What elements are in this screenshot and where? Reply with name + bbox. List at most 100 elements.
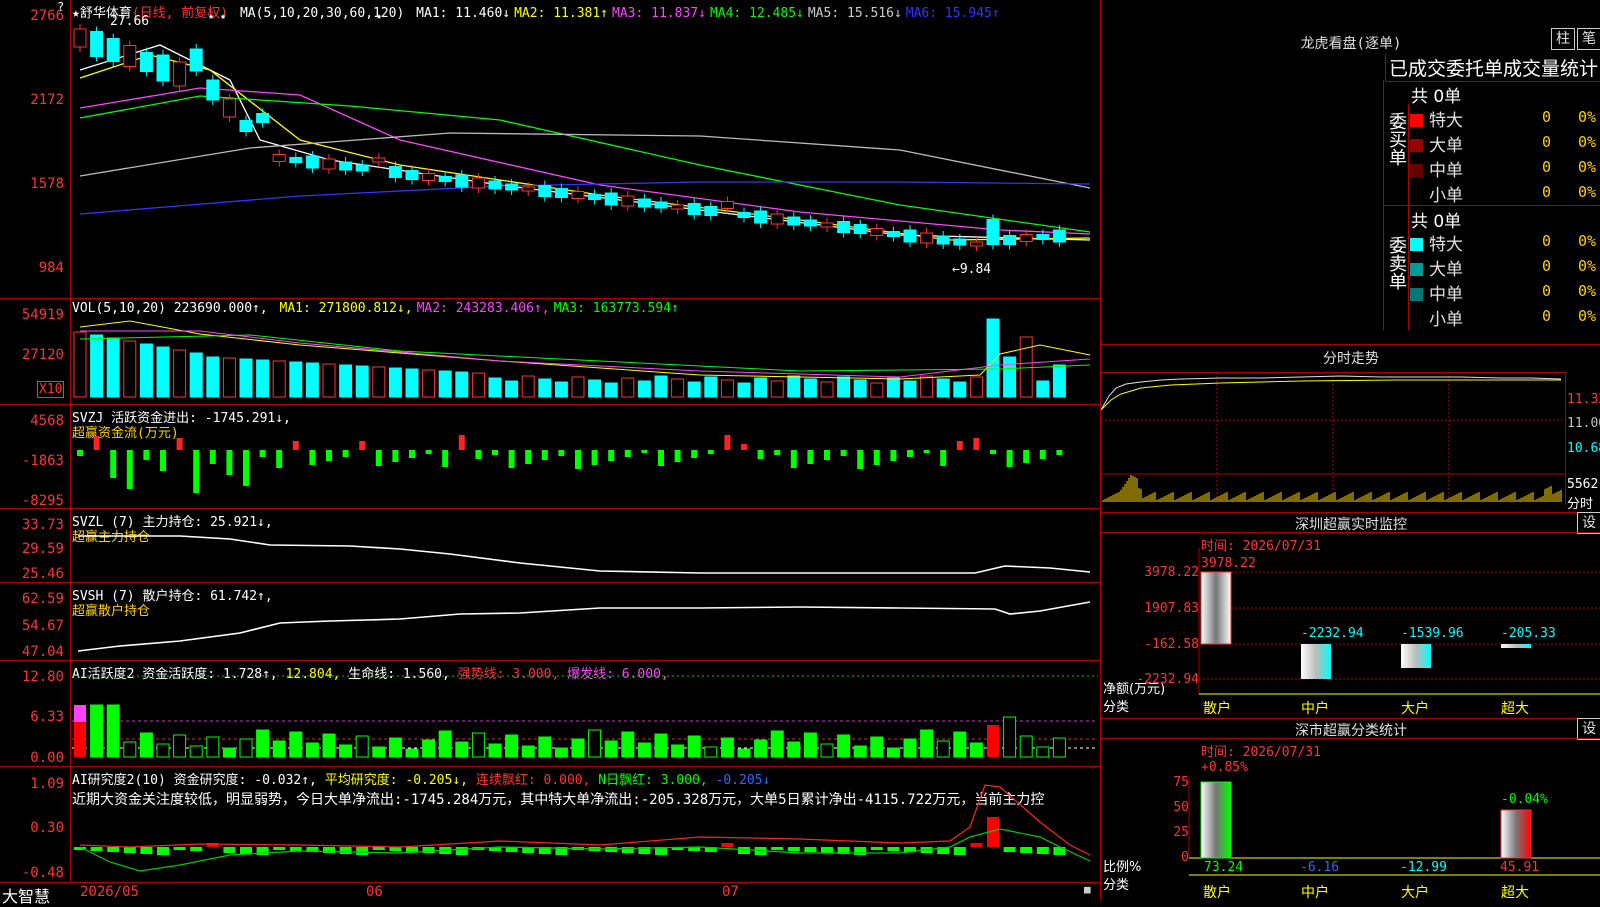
tick-view-button[interactable]: 笔 bbox=[1577, 28, 1600, 50]
ai1-chart bbox=[72, 675, 1098, 758]
svzj-bar bbox=[674, 450, 681, 462]
candle-body bbox=[222, 98, 236, 118]
vol-bar bbox=[339, 364, 353, 398]
vol-bar bbox=[604, 382, 618, 398]
svzj-bar bbox=[375, 450, 382, 466]
vol-chart bbox=[73, 318, 1091, 398]
order-size-label: 小单 bbox=[1429, 186, 1463, 206]
candle-body bbox=[73, 28, 87, 48]
intraday-panel[interactable]: 分时走势 11.32 11.00 10.68 5562 分时 bbox=[1100, 344, 1600, 513]
vol-bar bbox=[853, 379, 867, 398]
vol-bar bbox=[969, 376, 983, 398]
svzj-bar bbox=[757, 450, 764, 459]
candle-body bbox=[272, 154, 286, 162]
buy-row-0: 特大 bbox=[1410, 106, 1463, 131]
candle-body bbox=[106, 38, 120, 62]
candle-body bbox=[853, 224, 867, 234]
candle-body bbox=[355, 164, 369, 172]
svzj-bar bbox=[907, 450, 913, 457]
legend-swatch bbox=[1410, 238, 1423, 251]
candle-body bbox=[438, 176, 452, 182]
ai1-bar bbox=[969, 742, 983, 758]
monitor-bar-retail bbox=[1200, 571, 1232, 645]
ai1-bar bbox=[538, 736, 552, 758]
candle-body bbox=[372, 157, 386, 163]
vol-bar bbox=[372, 366, 386, 398]
candle-body bbox=[837, 221, 851, 233]
bar-view-button[interactable]: 柱 bbox=[1551, 28, 1575, 50]
ai2-bar bbox=[804, 847, 817, 852]
svzj-bar bbox=[691, 450, 698, 458]
svzj-chart bbox=[77, 435, 1063, 493]
ai1-bar bbox=[74, 722, 86, 757]
vol-bar bbox=[1036, 380, 1050, 398]
svzj-bar bbox=[309, 450, 316, 465]
ai1-bar bbox=[820, 743, 834, 758]
vol-bar bbox=[986, 318, 1000, 398]
vol-bar bbox=[538, 378, 552, 398]
vol-bar bbox=[1052, 364, 1066, 398]
ma-line-6 bbox=[79, 181, 1091, 215]
legend-swatch bbox=[1410, 114, 1423, 127]
legend-swatch bbox=[1410, 164, 1423, 177]
svzj-panel[interactable]: 4568 -1863 -8295 SVZJ 活跃资金进出: -1745.291↓… bbox=[0, 404, 1100, 509]
vol-bar bbox=[521, 375, 535, 398]
classify-bar-retail bbox=[1200, 781, 1232, 859]
intraday-price-label: 11.00 bbox=[1567, 416, 1600, 431]
ai1-bar bbox=[272, 740, 286, 758]
vol-bar bbox=[920, 375, 934, 398]
order-size-label: 中单 bbox=[1429, 285, 1463, 305]
lock-icon[interactable]: ■ bbox=[1084, 883, 1091, 896]
candle-body bbox=[820, 222, 834, 228]
candle-body bbox=[986, 219, 1000, 245]
ai1-bar bbox=[156, 743, 170, 758]
vol-bar bbox=[936, 378, 950, 398]
vol-panel[interactable]: 54919 27120 X10 VOL(5,10,20) 223690.000↑… bbox=[0, 298, 1100, 405]
ai1-bar bbox=[637, 742, 651, 758]
svsh-panel[interactable]: 62.59 54.67 47.04 SVSH (7) 散户持仓: 61.742↑… bbox=[0, 582, 1100, 661]
monitor-panel[interactable]: 深圳超赢实时监控 设 时间: 2026/07/31 3978.22 1907.8… bbox=[1100, 512, 1600, 719]
dragon-panel: 龙虎看盘(逐单) 柱 笔 已成交委托单成交量统计 委买单 委卖单 共 0单 共 … bbox=[1100, 0, 1600, 345]
dragon-subtitle: 已成交委托单成交量统计 bbox=[1385, 54, 1600, 82]
ai2-chart bbox=[74, 784, 1091, 872]
ai2-bar bbox=[223, 847, 236, 853]
svzj-bar bbox=[110, 450, 117, 478]
svzj-bar bbox=[243, 450, 249, 486]
vol-bar bbox=[239, 358, 253, 398]
order-size-label: 大单 bbox=[1429, 260, 1463, 280]
svzl-panel[interactable]: 33.73 29.59 25.46 SVZL (7) 主力持仓: 25.921↓… bbox=[0, 508, 1100, 583]
ai1-bar bbox=[720, 737, 734, 758]
brand-logo: 大智慧 bbox=[2, 887, 51, 906]
svzj-bar bbox=[458, 435, 465, 450]
legend-swatch bbox=[1410, 189, 1423, 202]
ai1-bar bbox=[770, 730, 784, 758]
candle-body bbox=[405, 170, 419, 180]
candle-body bbox=[803, 219, 817, 227]
vol-bar bbox=[837, 376, 851, 398]
ai-activity-panel[interactable]: 12.80 6.33 0.00 AI活跃度2 资金活跃度: 1.728↑, 12… bbox=[0, 660, 1100, 767]
svzj-bar bbox=[392, 450, 399, 462]
ai1-bar bbox=[687, 735, 701, 758]
ai-research-panel[interactable]: 1.09 0.30 -0.48 AI研究度2(10) 资金研究度: -0.032… bbox=[0, 766, 1100, 883]
vol-bar bbox=[488, 377, 502, 398]
vol-bar bbox=[455, 371, 469, 398]
legend-swatch bbox=[1410, 139, 1423, 152]
candle-body bbox=[936, 235, 950, 245]
ai1-bar bbox=[355, 735, 369, 758]
svsh-line bbox=[77, 601, 1091, 652]
kline-panel[interactable]: 2766 2172 1578 984 ? ★舒华体育(日线, 前复权) MA(5… bbox=[0, 0, 1100, 298]
svzj-bar bbox=[774, 450, 781, 455]
ai1-bar bbox=[903, 738, 917, 758]
ai1-bar bbox=[106, 704, 120, 758]
vol-bar bbox=[886, 377, 900, 398]
candle-body bbox=[787, 216, 801, 226]
ai1-bar bbox=[239, 738, 253, 758]
ai1-bar bbox=[123, 741, 137, 758]
order-count: 0 bbox=[1542, 232, 1552, 250]
candle-body bbox=[1019, 234, 1033, 242]
ai1-bar bbox=[405, 748, 419, 758]
candle-body bbox=[621, 195, 635, 207]
ai1-bar bbox=[455, 741, 469, 758]
date-label: 07 bbox=[722, 884, 739, 900]
ai1-bar bbox=[936, 740, 950, 758]
